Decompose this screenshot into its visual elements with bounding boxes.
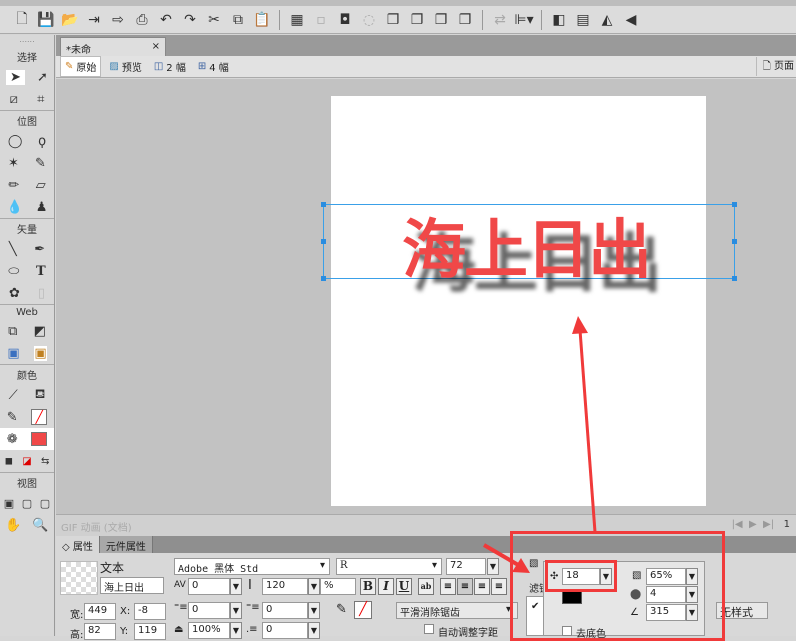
- arrow-line-up: [578, 329, 597, 533]
- arrow-head-right: [512, 558, 530, 573]
- annotation-arrows: [482, 316, 597, 573]
- arrow-head-up: [572, 316, 588, 334]
- arrow-line-right: [482, 543, 522, 568]
